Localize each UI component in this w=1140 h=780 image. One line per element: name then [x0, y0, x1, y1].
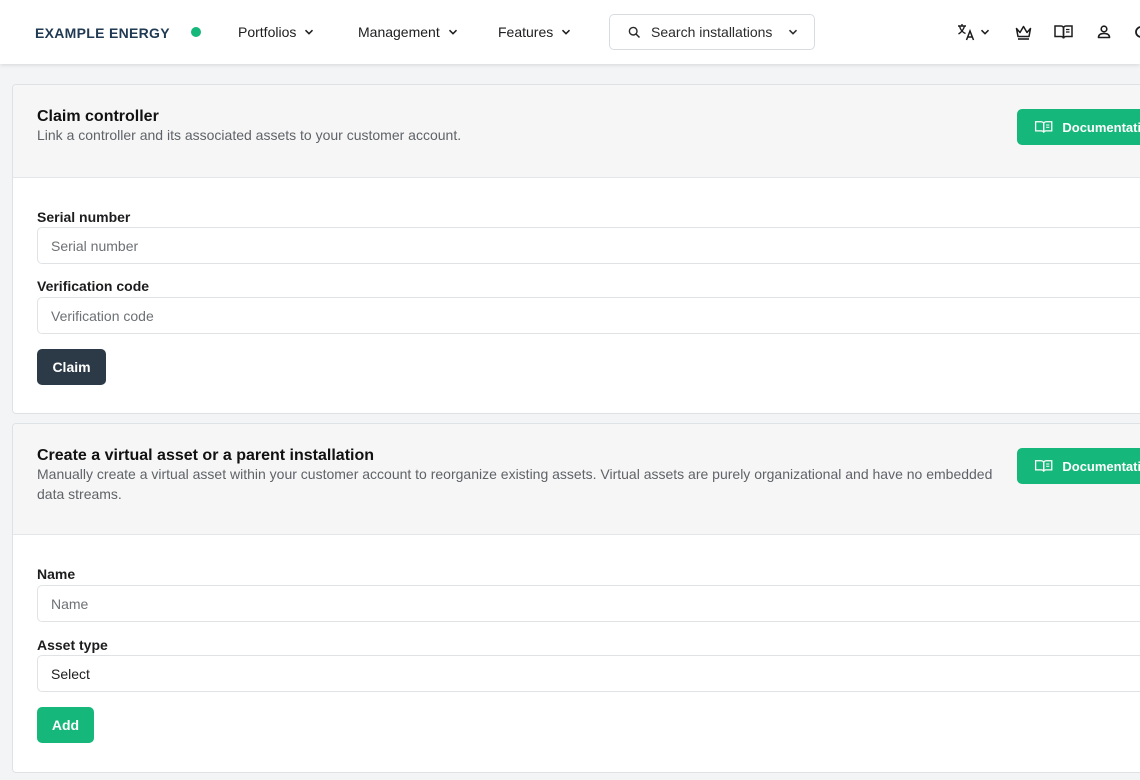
nav-management-label: Management — [358, 24, 440, 40]
asset-type-select[interactable]: Select — [37, 655, 1140, 692]
add-button[interactable]: Add — [37, 707, 94, 743]
virtual-asset-title: Create a virtual asset or a parent insta… — [37, 447, 375, 464]
name-input[interactable] — [37, 585, 1140, 622]
language-selector[interactable] — [956, 21, 990, 43]
top-navigation-bar: EXAMPLE ENERGY Portfolios Management Fea… — [0, 0, 1140, 64]
chevron-down-icon — [448, 29, 457, 35]
nav-portfolios-label: Portfolios — [238, 24, 297, 40]
nav-features[interactable]: Features — [498, 22, 571, 42]
verification-code-input[interactable] — [37, 297, 1140, 334]
claim-controller-title: Claim controller — [37, 108, 159, 125]
virtual-documentation-button[interactable]: Documentation — [1017, 448, 1140, 484]
search-icon — [628, 26, 641, 38]
serial-number-label: Serial number — [37, 209, 131, 225]
asset-type-value: Select — [51, 665, 90, 682]
book-icon — [1034, 460, 1053, 472]
chevron-down-icon — [562, 29, 571, 35]
chevron-down-icon — [980, 29, 990, 35]
claim-controller-header: Claim controller Link a controller and i… — [13, 85, 1140, 178]
virtual-asset-description: Manually create a virtual asset within y… — [37, 466, 993, 502]
brand-name[interactable]: EXAMPLE ENERGY — [35, 25, 170, 41]
verification-code-label: Verification code — [37, 278, 150, 294]
book-icon — [1034, 121, 1053, 133]
premium-button[interactable] — [1014, 21, 1033, 43]
status-indicator — [191, 27, 201, 37]
virtual-asset-card: Create a virtual asset or a parent insta… — [12, 423, 1140, 773]
translate-icon — [958, 24, 975, 41]
nav-features-label: Features — [498, 24, 554, 40]
claim-documentation-button[interactable]: Documentation — [1017, 109, 1140, 145]
documentation-link[interactable] — [1053, 21, 1074, 43]
virtual-documentation-label: Documentation — [1062, 458, 1140, 474]
nav-management[interactable]: Management — [358, 22, 458, 42]
user-menu[interactable] — [1096, 21, 1112, 43]
settings-menu[interactable] — [1133, 21, 1140, 43]
search-label: Search installations — [651, 24, 773, 40]
nav-portfolios[interactable]: Portfolios — [238, 22, 314, 42]
claim-controller-card: Claim controller Link a controller and i… — [12, 84, 1140, 414]
serial-number-input[interactable] — [37, 227, 1140, 264]
chevron-down-icon — [305, 29, 314, 35]
asset-type-label: Asset type — [37, 637, 108, 653]
claim-controller-description: Link a controller and its associated ass… — [37, 127, 462, 143]
search-installations-input[interactable]: Search installations — [609, 14, 815, 50]
gear-icon — [1135, 26, 1140, 38]
claim-button[interactable]: Claim — [37, 349, 106, 385]
book-icon — [1054, 25, 1073, 39]
name-label: Name — [37, 566, 76, 582]
claim-documentation-label: Documentation — [1062, 119, 1140, 135]
virtual-asset-header: Create a virtual asset or a parent insta… — [13, 424, 1140, 535]
chevron-down-icon — [789, 29, 798, 35]
crown-icon — [1015, 25, 1032, 40]
user-icon — [1097, 25, 1111, 39]
